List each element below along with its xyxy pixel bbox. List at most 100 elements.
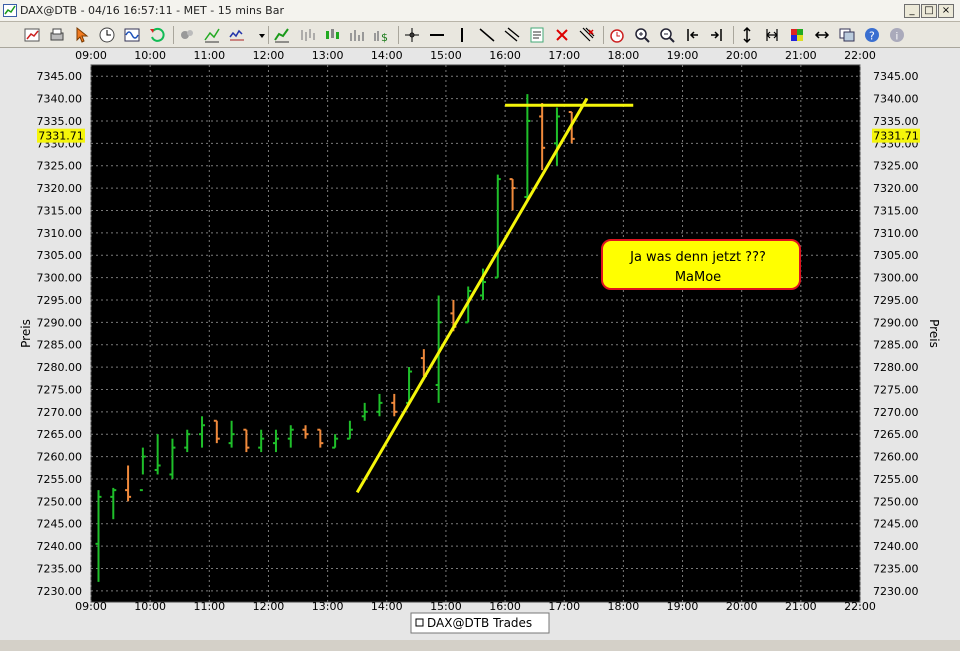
x-tick-label-bottom: 15:00 [430,600,462,613]
y-tick-label-right: 7300.00 [873,272,919,285]
zoom-chart-icon[interactable] [227,25,249,45]
window-title: DAX@DTB - 04/16 16:57:11 - MET - 15 mins… [20,4,284,17]
horizontal-line-icon[interactable] [427,25,449,45]
y-tick-label-left: 7315.00 [37,204,83,217]
price-chart[interactable]: 7230.00 7230.00 7235.00 7235.00 7240.00 7240.… [0,48,960,640]
y-tick-label-right: 7240.00 [873,540,919,553]
toolbar-separator [603,26,604,44]
wave-icon[interactable] [122,25,144,45]
y-tick-label-left: 7325.00 [37,160,83,173]
crosshair-icon[interactable] [402,25,424,45]
y-tick-label-right: 7305.00 [873,249,919,262]
volume-chart-icon[interactable] [347,25,369,45]
y-tick-label-left: 7240.00 [37,540,83,553]
svg-text:?: ? [869,30,875,43]
y-tick-label-left: 7345.00 [37,70,83,83]
y-tick-label-left: 7320.00 [37,182,83,195]
y-axis-title-left: Preis [19,319,33,348]
y-tick-label-right: 7310.00 [873,227,919,240]
x-tick-label-top: 18:00 [608,49,640,62]
x-tick-label-bottom: 19:00 [667,600,699,613]
y-tick-label-left: 7270.00 [37,406,83,419]
x-tick-label-top: 12:00 [253,49,285,62]
x-tick-label-bottom: 22:00 [844,600,876,613]
toolbar-separator [268,26,269,44]
y-tick-label-right: 7290.00 [873,316,919,329]
channel-icon[interactable] [502,25,524,45]
x-tick-label-bottom: 16:00 [489,600,521,613]
dollar-chart-icon[interactable]: $ [372,25,394,45]
legend-label: DAX@DTB Trades [427,616,532,630]
y-tick-label-right: 7270.00 [873,406,919,419]
clock-icon[interactable] [97,25,119,45]
x-tick-label-bottom: 21:00 [785,600,817,613]
dropdown-icon[interactable] [252,25,265,45]
y-tick-label-left: 7300.00 [37,272,83,285]
annotation-line2: MaMoe [675,270,721,285]
x-tick-label-top: 22:00 [844,49,876,62]
print-icon[interactable] [47,25,69,45]
expand-icon[interactable] [762,25,784,45]
y-tick-label-left: 7310.00 [37,227,83,240]
x-tick-label-bottom: 13:00 [312,600,344,613]
y-tick-label-right: 7235.00 [873,562,919,575]
y-tick-label-right: 7285.00 [873,339,919,352]
plot-background [90,64,861,603]
refresh-icon[interactable] [147,25,169,45]
y-tick-label-right: 7275.00 [873,383,919,396]
window-icon[interactable] [837,25,859,45]
indicator-icon[interactable] [202,25,224,45]
zoom-in-icon[interactable] [632,25,654,45]
y-tick-label-right: 7335.00 [873,115,919,128]
x-tick-label-top: 14:00 [371,49,403,62]
last-price-label-left: 7331.71 [38,130,84,143]
toolbar-separator [733,26,734,44]
multi-delete-icon[interactable] [577,25,599,45]
alarm-icon[interactable] [607,25,629,45]
cursor-icon[interactable] [72,25,94,45]
trendline-icon[interactable] [477,25,499,45]
text-icon[interactable] [527,25,549,45]
vertical-line-icon[interactable] [452,25,474,45]
x-tick-label-top: 11:00 [193,49,225,62]
x-tick-label-bottom: 11:00 [193,600,225,613]
close-button[interactable]: × [938,4,954,18]
help-icon[interactable]: ? [862,25,884,45]
scroll-left-icon[interactable] [682,25,704,45]
x-tick-label-bottom: 09:00 [75,600,107,613]
new-chart-icon[interactable] [22,25,44,45]
info-icon[interactable]: i [887,25,909,45]
line-chart-icon[interactable] [272,25,294,45]
y-tick-label-right: 7280.00 [873,361,919,374]
candle-chart-icon[interactable] [322,25,344,45]
x-tick-label-top: 21:00 [785,49,817,62]
y-tick-label-left: 7265.00 [37,428,83,441]
y-tick-label-right: 7325.00 [873,160,919,173]
toolbar-separator [398,26,399,44]
scroll-right-icon[interactable] [707,25,729,45]
colors-icon[interactable] [787,25,809,45]
x-tick-label-top: 16:00 [489,49,521,62]
delete-icon[interactable] [552,25,574,45]
zoom-out-icon[interactable] [657,25,679,45]
toolbar: $? i [0,22,960,48]
x-tick-label-bottom: 12:00 [253,600,285,613]
y-tick-label-left: 7295.00 [37,294,83,307]
x-tick-label-top: 10:00 [134,49,166,62]
toolbar-separator [173,26,174,44]
y-tick-label-right: 7295.00 [873,294,919,307]
y-tick-label-left: 7250.00 [37,495,83,508]
maximize-button[interactable]: □ [921,4,937,18]
save-icon[interactable] [177,25,199,45]
y-tick-label-right: 7255.00 [873,473,919,486]
bar-chart-icon[interactable] [297,25,319,45]
y-tick-label-left: 7230.00 [37,585,83,598]
minimize-button[interactable]: _ [904,4,920,18]
y-tick-label-right: 7345.00 [873,70,919,83]
y-tick-label-right: 7250.00 [873,495,919,508]
y-tick-label-right: 7315.00 [873,204,919,217]
compress-icon[interactable] [737,25,759,45]
x-tick-label-top: 09:00 [75,49,107,62]
x-tick-label-bottom: 17:00 [548,600,580,613]
link-icon[interactable] [812,25,834,45]
